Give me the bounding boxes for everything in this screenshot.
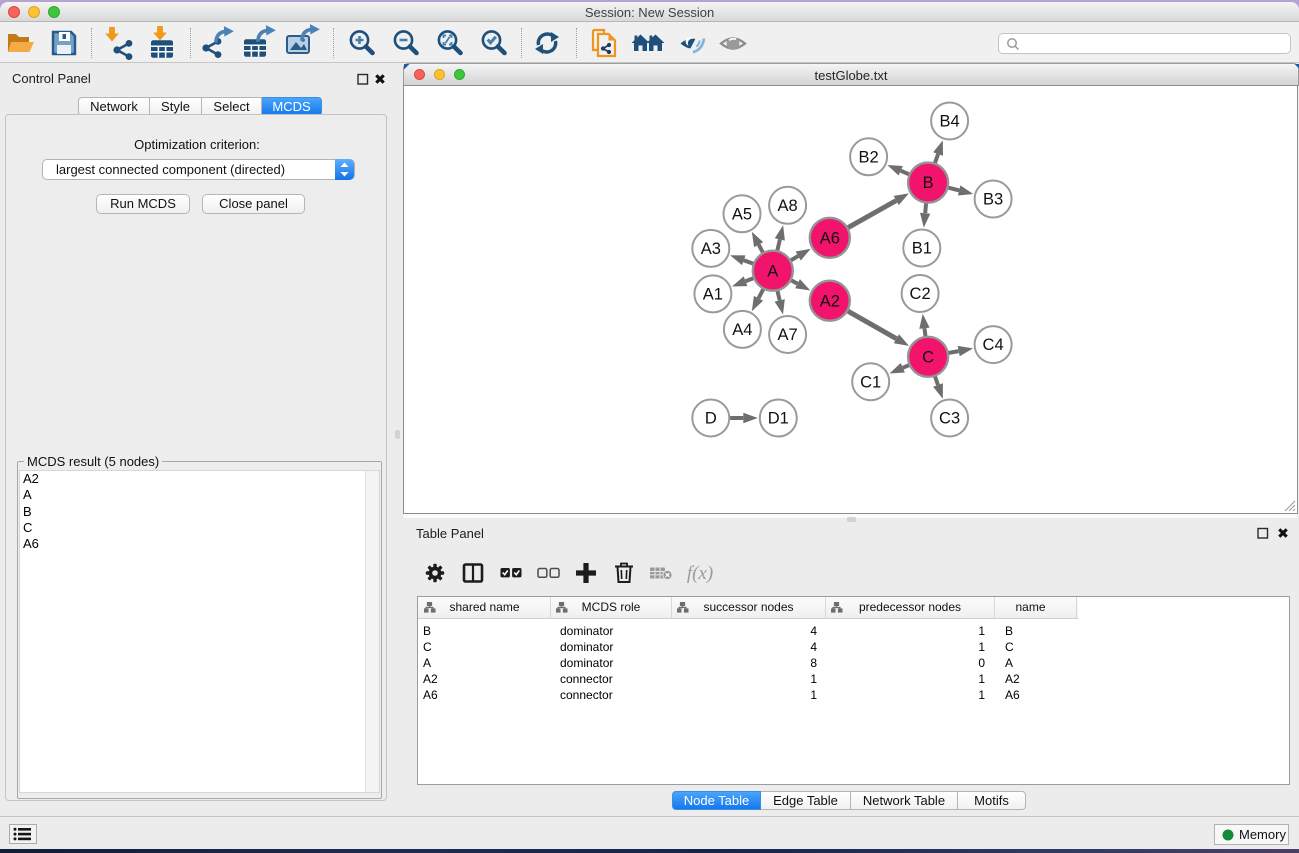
svg-text:B3: B3: [983, 191, 1003, 209]
svg-text:f(x): f(x): [687, 563, 713, 584]
svg-text:B2: B2: [859, 148, 879, 166]
svg-text:A3: A3: [701, 240, 721, 258]
svg-text:A7: A7: [778, 326, 798, 344]
svg-text:B: B: [923, 174, 934, 192]
svg-text:A: A: [767, 262, 778, 280]
svg-text:C: C: [922, 348, 934, 366]
svg-text:A4: A4: [732, 321, 752, 339]
svg-text:A6: A6: [820, 229, 840, 247]
svg-text:C1: C1: [860, 373, 881, 391]
svg-text:B1: B1: [912, 240, 932, 258]
svg-text:A5: A5: [732, 205, 752, 223]
svg-text:B4: B4: [940, 113, 960, 131]
svg-text:C2: C2: [910, 285, 931, 303]
svg-text:A8: A8: [778, 197, 798, 215]
svg-text:C4: C4: [983, 336, 1004, 354]
svg-text:D: D: [705, 410, 717, 428]
svg-text:D1: D1: [768, 410, 789, 428]
svg-text:C3: C3: [939, 410, 960, 428]
svg-text:A2: A2: [820, 292, 840, 310]
svg-text:A1: A1: [703, 286, 723, 304]
